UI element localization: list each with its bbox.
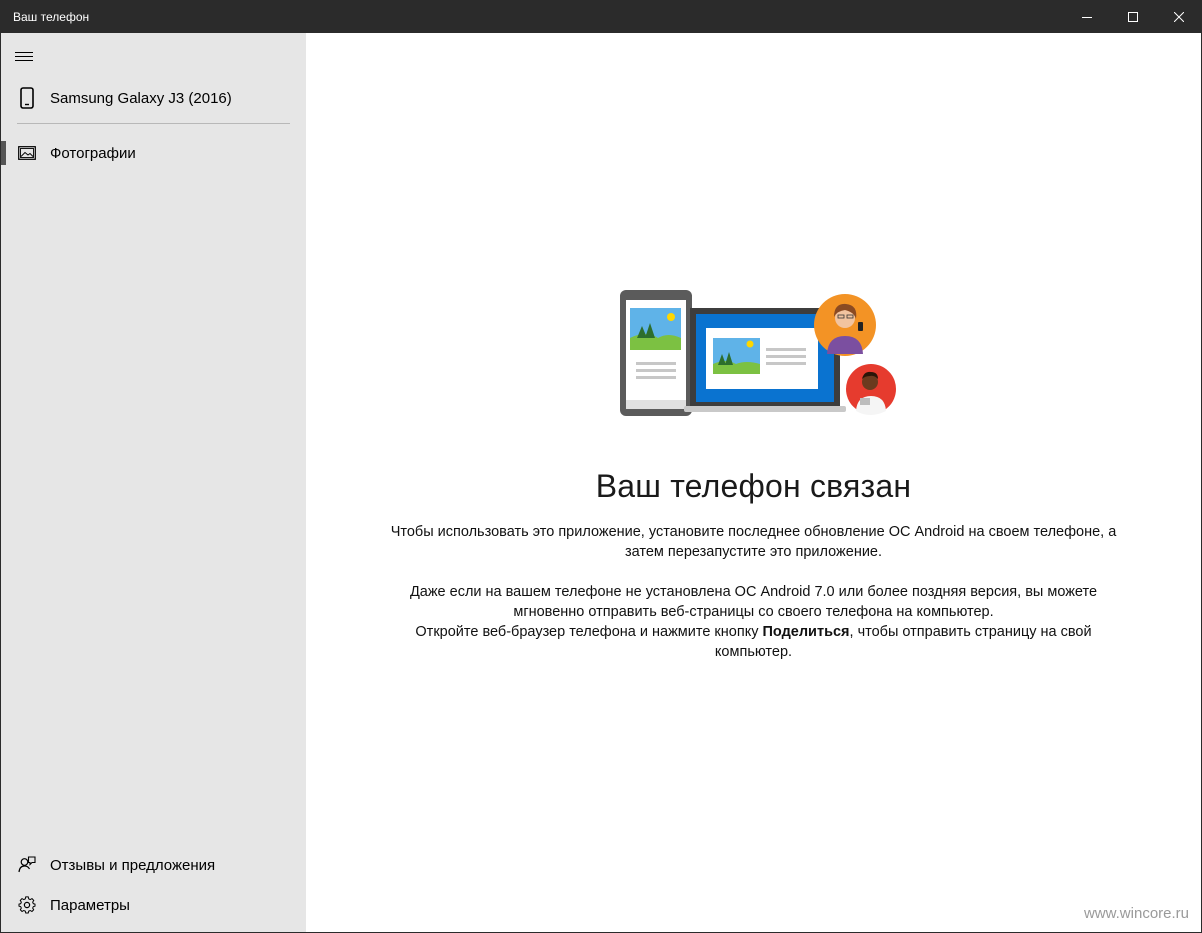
share-keyword: Поделиться	[762, 624, 850, 640]
divider	[17, 123, 290, 124]
maximize-icon	[1128, 12, 1138, 22]
main-content: Ваш телефон связан Чтобы использовать эт…	[306, 33, 1201, 932]
sidebar-item-label: Параметры	[50, 896, 130, 914]
description-paragraph-2: Даже если на вашем телефоне не установле…	[409, 584, 1098, 620]
window-title: Ваш телефон	[13, 10, 90, 24]
sidebar-item-label: Фотографии	[50, 144, 136, 162]
sidebar-item-photos[interactable]: Фотографии	[1, 133, 306, 173]
close-icon	[1174, 12, 1184, 22]
sidebar-item-label: Отзывы и предложения	[50, 856, 216, 874]
sidebar-item-feedback[interactable]: Отзывы и предложения	[1, 845, 306, 885]
watermark: www.wincore.ru	[1083, 905, 1189, 922]
device-name: Samsung Galaxy J3 (2016)	[50, 89, 232, 107]
navigation-pane: Samsung Galaxy J3 (2016) Фотографии Отзы…	[1, 33, 306, 932]
sidebar-item-settings[interactable]: Параметры	[1, 885, 306, 925]
description-paragraph-1: Чтобы использовать это приложение, устан…	[390, 524, 1117, 560]
feedback-icon	[17, 855, 37, 875]
device-item[interactable]: Samsung Galaxy J3 (2016)	[1, 78, 306, 118]
minimize-button[interactable]	[1064, 1, 1110, 33]
app-window: Ваш телефон Samsung Galaxy J3 (2016) Фот…	[0, 0, 1202, 933]
page-heading: Ваш телефон связан	[595, 468, 912, 504]
gear-icon	[17, 895, 37, 915]
phone-icon	[17, 87, 37, 109]
connected-devices-illustration	[620, 290, 896, 416]
minimize-icon	[1082, 17, 1092, 18]
hamburger-menu-button[interactable]	[15, 47, 37, 65]
description-paragraph-3: Откройте веб-браузер телефона и нажмите …	[415, 624, 1092, 660]
title-bar[interactable]: Ваш телефон	[1, 1, 1201, 33]
maximize-button[interactable]	[1110, 1, 1156, 33]
photos-icon	[17, 143, 37, 163]
close-button[interactable]	[1156, 1, 1202, 33]
